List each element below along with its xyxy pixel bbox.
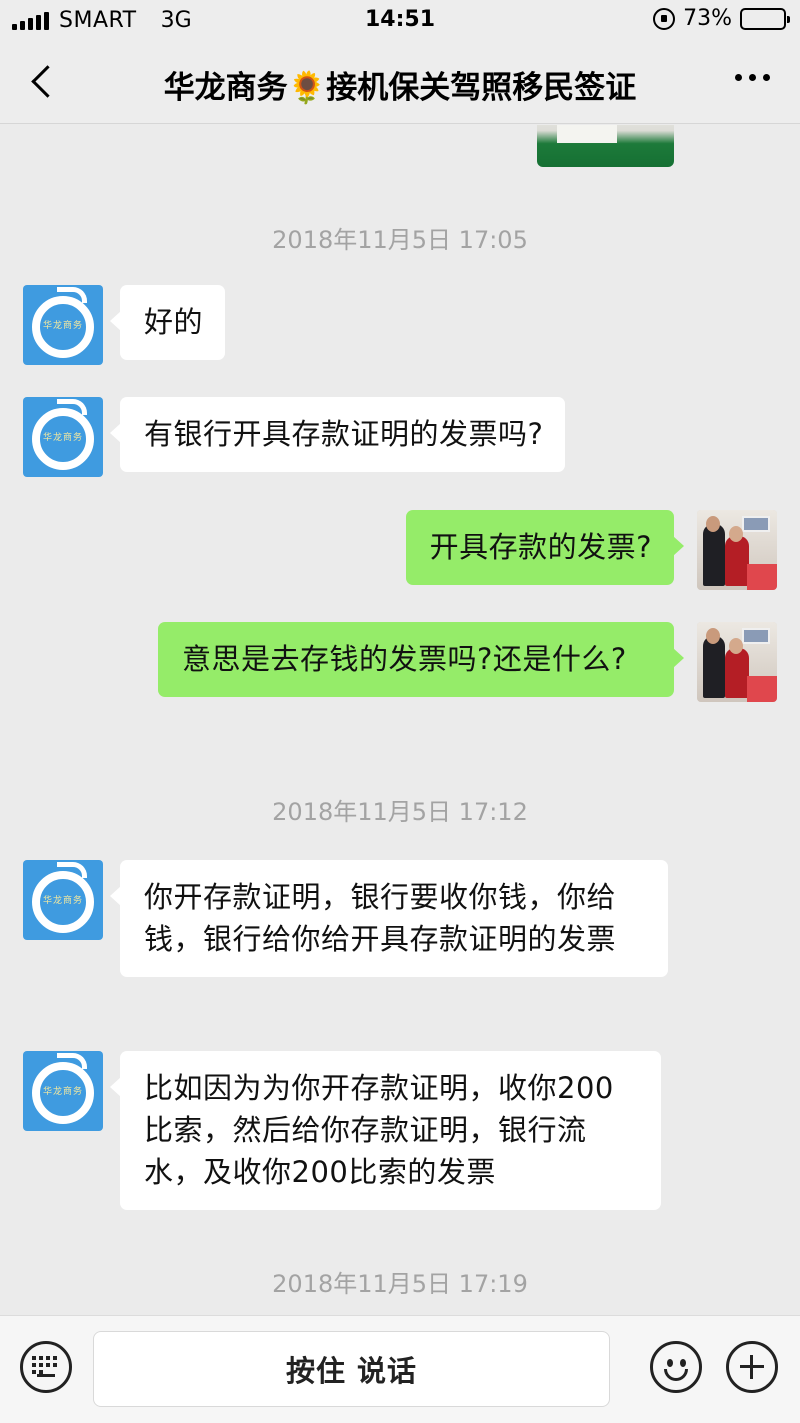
battery-icon <box>740 7 790 30</box>
contact-avatar[interactable]: 华龙商务 <box>23 397 103 477</box>
sent-message-bubble[interactable]: 开具存款的发票? <box>405 510 685 585</box>
emoji-button[interactable] <box>650 1341 702 1393</box>
received-message-bubble[interactable]: 比如因为为你开存款证明，收你200比索，然后给你存款证明，银行流水，及收你200… <box>110 1051 661 1210</box>
avatar-logo-text: 华龙商务 <box>42 1087 83 1097</box>
contact-avatar[interactable]: 华龙商务 <box>23 860 103 940</box>
avatar-logo-text: 华龙商务 <box>42 433 83 443</box>
received-message-bubble[interactable]: 好的 <box>109 285 226 360</box>
contact-avatar[interactable]: 华龙商务 <box>23 1051 103 1131</box>
status-right: 73% <box>653 6 790 31</box>
contact-avatar[interactable]: 华龙商务 <box>23 285 103 365</box>
received-message-bubble[interactable]: 有银行开具存款证明的发票吗? <box>109 397 566 472</box>
message-timestamp: 2018年11月5日 17:05 <box>272 226 528 254</box>
more-options-button[interactable] <box>735 74 770 81</box>
sent-message-bubble[interactable]: 意思是去存钱的发票吗?还是什么? <box>158 622 684 697</box>
received-message-bubble[interactable]: 你开存款证明，银行要收你钱，你给钱，银行给你给开具存款证明的发票 <box>110 860 668 977</box>
avatar-logo-text: 华龙商务 <box>42 321 83 331</box>
hold-to-talk-button[interactable]: 按住 说话 <box>93 1331 610 1407</box>
my-avatar[interactable] <box>697 622 777 702</box>
image-message[interactable] <box>537 125 674 167</box>
chat-area[interactable]: 2018年11月5日 17:05 华龙商务 好的 华龙商务 有银行开具存款证明的… <box>0 125 800 1315</box>
back-button[interactable] <box>24 60 64 104</box>
nav-bar: 华龙商务🌻接机保关驾照移民签证 <box>0 40 800 124</box>
avatar-logo-text: 华龙商务 <box>42 896 83 906</box>
my-avatar[interactable] <box>697 510 777 590</box>
battery-percent: 73% <box>683 6 732 31</box>
status-bar: SMART 3G 14:51 73% <box>0 0 800 40</box>
keyboard-toggle-button[interactable] <box>20 1341 72 1393</box>
keyboard-icon <box>32 1356 60 1374</box>
chat-title: 华龙商务🌻接机保关驾照移民签证 <box>163 70 637 106</box>
more-dot-icon <box>735 74 742 81</box>
message-timestamp: 2018年11月5日 17:12 <box>272 798 528 826</box>
add-attachment-button[interactable] <box>726 1341 778 1393</box>
more-dot-icon <box>763 74 770 81</box>
rotation-lock-icon <box>653 7 676 30</box>
more-dot-icon <box>749 74 756 81</box>
smiley-icon <box>664 1369 688 1381</box>
input-bar: 按住 说话 <box>0 1315 800 1423</box>
message-timestamp: 2018年11月5日 17:19 <box>272 1270 528 1298</box>
